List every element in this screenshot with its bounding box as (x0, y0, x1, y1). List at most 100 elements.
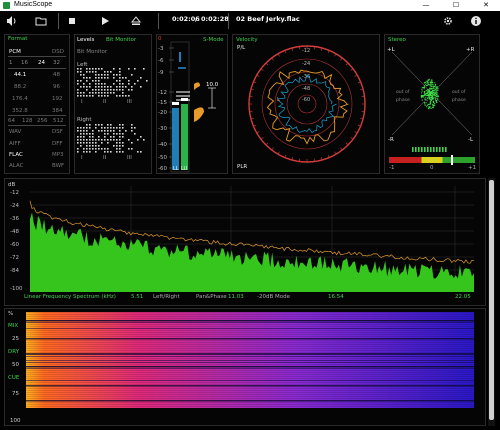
spectrogram-gap (26, 400, 474, 402)
bit-monitor-tab[interactable]: Bit Monitor (106, 37, 136, 43)
rate-352-8: 352.8 (12, 108, 28, 114)
format-divider (8, 115, 66, 116)
stereo-balance-segment (421, 147, 423, 152)
bit-cell (80, 145, 82, 147)
spectrogram-gap (26, 338, 474, 340)
bit-cell (119, 133, 121, 135)
stereo-point (424, 82, 426, 84)
stereo-point (422, 94, 424, 97)
spectrogram-band (26, 334, 474, 335)
toolbar-divider (58, 13, 59, 29)
bit-cell (80, 86, 82, 88)
velocity-ring (261, 58, 353, 150)
bit-cell (95, 92, 97, 94)
stereo-point (429, 95, 432, 97)
mode-minus-20db[interactable]: -20dB Mode (257, 294, 290, 300)
bit-cell (77, 139, 79, 141)
bit-cell (101, 139, 103, 141)
bit-cell (119, 80, 121, 82)
bit-cell (107, 127, 109, 129)
bit-24: 24 (38, 60, 45, 66)
bit-cell (83, 127, 85, 129)
minimize-button[interactable]: — (416, 0, 436, 11)
spectrogram-band (26, 318, 474, 319)
stereo-point (436, 99, 438, 102)
folder-icon[interactable] (35, 15, 47, 27)
gear-icon[interactable] (442, 15, 454, 27)
scrollbar-thumb[interactable] (489, 180, 494, 420)
stereo-point (435, 97, 437, 99)
volume-icon[interactable] (6, 15, 18, 27)
stereo-balance-segment (415, 147, 417, 152)
stereo-point (423, 96, 425, 98)
spectrogram-band (26, 314, 474, 315)
spectrum-footer-title: Linear Frequency Spectrum (kHz) (24, 294, 116, 300)
spectrum-fill (30, 212, 474, 292)
stereo-point (425, 80, 427, 82)
levels-tab[interactable]: Levels (77, 37, 94, 43)
bit-cell (107, 133, 109, 135)
bit-cell (125, 77, 127, 79)
stereo-point (432, 89, 434, 91)
velocity-ring-label: -48 (302, 86, 310, 92)
velocity-tick (354, 74, 358, 77)
plus-r-label: +R (466, 47, 475, 53)
bit-cell (107, 71, 109, 73)
freq-tick-11-03: 11.03 (228, 294, 244, 300)
level-meter: -3 -6 -9 -12 -15 -20 -30 -40 -50 -60 LL LU 10.0 (158, 41, 219, 173)
stereo-point (434, 104, 436, 106)
bit-cell (119, 71, 121, 73)
app-logo-icon (3, 2, 10, 9)
spectrogram-band (26, 358, 474, 359)
bit-cell (80, 142, 82, 144)
stop-icon[interactable] (66, 15, 78, 27)
meter-scale-label: -15 (158, 100, 167, 106)
stereo-balance-segment (430, 147, 432, 152)
velocity-tick (265, 142, 269, 146)
bit-cell (131, 130, 133, 132)
bit-cell (116, 95, 118, 97)
close-button[interactable]: ✕ (476, 0, 496, 11)
spectrogram-band (26, 380, 474, 381)
left-bit-grid (77, 68, 148, 97)
bit-cell (86, 142, 88, 144)
bit-cell (92, 92, 94, 94)
bit-cell (116, 86, 118, 88)
bit-cell (89, 151, 91, 153)
stereo-point (421, 97, 423, 99)
right-channel-label: Right (77, 117, 92, 123)
play-icon[interactable] (99, 15, 111, 27)
spectrogram (26, 312, 474, 408)
bit-cell (92, 145, 94, 147)
meter-bar-lu (181, 104, 188, 170)
eject-icon[interactable] (130, 15, 142, 27)
rate-96: 96 (53, 84, 60, 90)
stereo-point (431, 86, 433, 88)
dsd-256: 256 (37, 118, 48, 124)
mode-pan-phase[interactable]: Pan&Phase (196, 294, 227, 300)
mp3-label: MP3 (52, 152, 64, 158)
bit-cell (80, 130, 82, 132)
stereo-point (432, 99, 434, 101)
maximize-button[interactable]: ☐ (446, 0, 466, 11)
title-bar: MusicScope — ☐ ✕ (0, 0, 500, 11)
spectrogram-band (26, 372, 474, 373)
bit-cell (101, 142, 103, 144)
mode-left-right[interactable]: Left/Right (153, 294, 180, 300)
stereo-balance-segment (439, 147, 441, 152)
bit-cell (83, 151, 85, 153)
rate-88-2: 88.2 (14, 84, 27, 90)
bit-cell (89, 142, 91, 144)
velocity-tick (256, 131, 260, 134)
stereo-point (434, 102, 436, 105)
stereo-point (430, 85, 432, 87)
meter-scale-label: -60 (158, 166, 167, 172)
format-divider (8, 56, 66, 57)
info-icon[interactable] (470, 15, 482, 27)
stereo-point (436, 88, 438, 90)
stereo-balance-segment (436, 147, 438, 152)
bit-cell (137, 151, 139, 153)
bit-cell (95, 71, 97, 73)
spectrum-y-tick: -84 (10, 268, 19, 274)
toolbar-divider (228, 13, 229, 29)
